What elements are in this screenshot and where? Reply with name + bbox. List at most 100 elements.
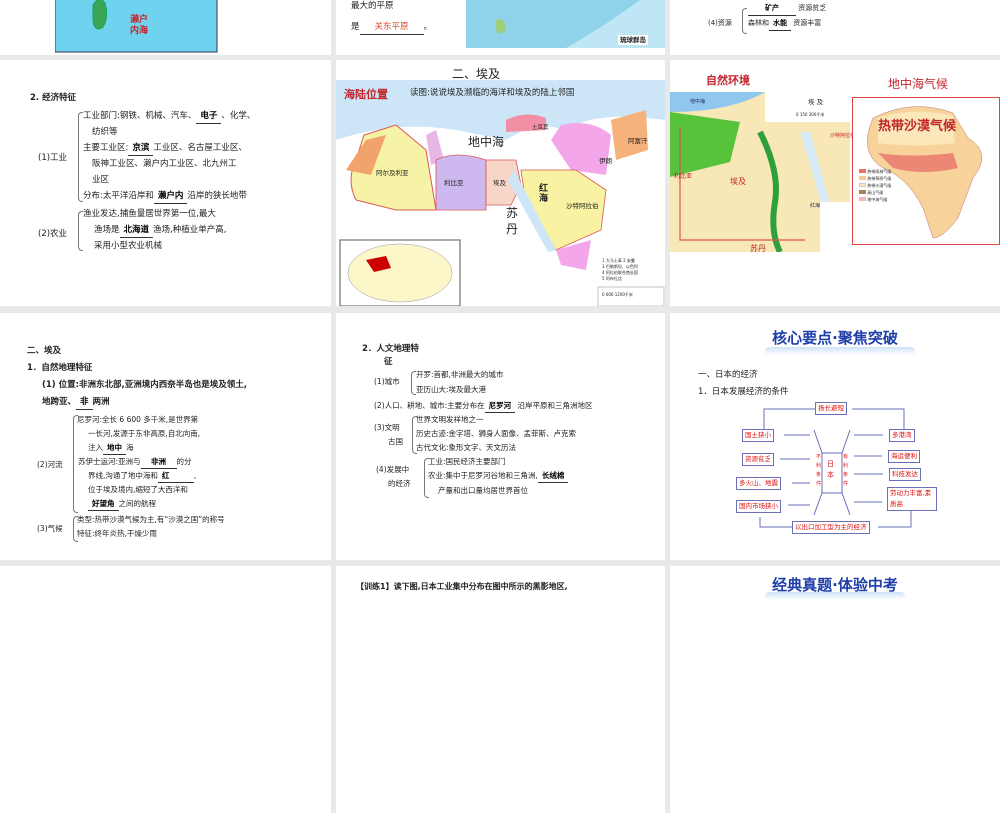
diagram-unfavorable-label: 不利条件	[816, 454, 822, 487]
slide-thumbnail-8[interactable]: 2．人文地理特 征 (1)城市 开罗:首都,非洲最大的城市 亚历山大:埃及最大港…	[336, 313, 665, 560]
mediterranean-climate-label: 地中海气候	[888, 77, 949, 91]
city-line: 开罗:首都,非洲最大的城市	[416, 370, 504, 379]
agriculture-line: 渔业发达,捕鱼量居世界第一位,最大	[83, 209, 216, 219]
slide-thumbnail-1[interactable]: 濑户内海	[0, 0, 331, 55]
diagram-center-japan: 日本	[827, 460, 834, 479]
question-text-2: 是关东平原。	[351, 21, 432, 35]
city-line: 亚历山大:埃及最大港	[416, 385, 487, 394]
diagram-box-advantage: 多港湾	[889, 429, 915, 442]
natural-environment-tag: 自然环境	[706, 74, 750, 87]
civilization-line: 历史古迹:金字塔、狮身人面像、孟菲斯、卢克索	[416, 429, 577, 438]
map-label: 地中海	[468, 135, 505, 149]
climate-label: (3)气候	[37, 524, 63, 533]
slide-subtitle: 读图:说说埃及濒临的海洋和埃及的陆上邻国	[410, 88, 575, 98]
population-line: (2)人口、耕地、城市:主要分布在 尼罗河 沿岸平原和三角洲地区	[374, 399, 593, 413]
river-line: 注入 地中海	[88, 441, 134, 455]
diagram-box-disadvantage: 国内市场狭小	[736, 500, 781, 513]
map-label: 红海	[539, 184, 549, 204]
diagram-box-top: 扬长避短	[815, 402, 847, 415]
brace	[78, 112, 83, 202]
resource-line-1: 矿产 资源贫乏	[748, 2, 826, 16]
industry-line: 分布:太平洋沿岸和 濑户内 沿岸的狭长地带	[83, 190, 247, 204]
diagram-box-advantage: 海运便利	[888, 450, 920, 463]
sea-land-position-tag: 海陆位置	[344, 88, 388, 101]
economy-label: (4)发展中	[376, 465, 410, 474]
map-label: 埃及	[493, 179, 506, 187]
slide-thumbnail-9[interactable]: 核心要点·聚焦突破 一、日本的经济 1．日本发展经济的条件 扬长避短 国土狭小 …	[670, 313, 1000, 560]
slide-thumbnail-10[interactable]	[0, 566, 331, 813]
map-label-seto-inland-sea: 濑户内海	[130, 15, 149, 36]
resource-label: (4)资源	[708, 19, 732, 27]
map-label: 阿尔及利亚	[376, 169, 409, 177]
tropical-desert-climate-label: 热带沙漠气候	[878, 119, 957, 134]
question-text: 最大的平原	[351, 1, 394, 11]
map-label: 沙特阿拉伯	[566, 202, 599, 210]
diagram-box-advantage: 科技发达	[889, 468, 921, 481]
slide-thumbnail-6[interactable]: 自然环境 埃 及 0 150 300千米 地中海 利比亚 埃及 苏丹 红海 沙特…	[670, 60, 1000, 306]
slide-thumbnail-4[interactable]: 2. 经济特征 (1)工业 工业部门:钢铁、机械、汽车、 电子 、化学、 纺织等 主…	[0, 60, 331, 306]
climate-line: 类型:热带沙漠气候为主,有“沙漠之国”的称号	[77, 515, 225, 524]
map-label: 红海	[810, 203, 821, 209]
agriculture-line: 渔场是 北海道 渔场,种植业单产高,	[94, 224, 226, 238]
map-scale: 0 600 1200千米	[602, 292, 633, 297]
slide-thumbnail-12[interactable]: 经典真题·体验中考	[670, 566, 1000, 813]
section-heading: 1．自然地理特征	[27, 363, 93, 373]
economy-label: 的经济	[388, 479, 411, 488]
diagram-box-disadvantage: 国土狭小	[742, 429, 774, 442]
slide-thumbnail-3[interactable]: (4)资源 矿产 资源贫乏 森林和 水能 资源丰富	[670, 0, 1000, 55]
slide-heading: 二、埃及	[452, 67, 501, 81]
river-label: (2)河流	[37, 460, 63, 469]
map-label: 地中海	[690, 99, 706, 105]
diagram-box-disadvantage: 多火山、地震	[736, 477, 781, 490]
map-scale: 0 150 300千米	[796, 112, 825, 117]
map-label: 埃及	[730, 177, 746, 186]
industry-line: 主要工业区: 京滨 工业区、名古屋工业区、	[83, 142, 247, 156]
slide-title: 2. 经济特征	[30, 93, 77, 103]
river-line: 位于埃及境内,缩短了大西洋和	[88, 485, 188, 494]
map-label: 利比亚	[444, 179, 464, 187]
section-header: 经典真题·体验中考	[772, 576, 898, 594]
slide-thumbnail-7[interactable]: 二、埃及 1．自然地理特征 (1) 位置:非洲东北部,亚洲境内西奈半岛也是埃及领…	[0, 313, 331, 560]
exercise-text: 【训练1】读下图,日本工业集中分布在图中所示的黑影地区,	[356, 582, 568, 591]
agriculture-label: (2)农业	[38, 229, 68, 239]
section-heading: 2．人文地理特	[362, 344, 419, 354]
diagram-box-disadvantage: 资源贫乏	[742, 453, 774, 466]
diagram-box-advantage: 劳动力丰富,素质高	[887, 487, 937, 511]
economy-line: 产量和出口量均居世界首位	[438, 486, 528, 495]
river-line: 好望角 之间的航程	[88, 497, 156, 511]
brace	[742, 8, 747, 34]
map-label: 利比亚	[674, 173, 693, 180]
climate-legend: 热带雨林气候 热带草原气候 热带沙漠气候 高山气候 地中海气候	[859, 168, 891, 203]
slide-thumbnail-5[interactable]: 二、埃及 读图:说说埃及濒临的海洋和埃及的陆上邻国 海陆位置 地中海 红海 苏丹…	[336, 60, 665, 306]
civilization-line: 世界文明发祥地之一	[416, 415, 484, 424]
section-heading-cont: 征	[384, 357, 393, 367]
industry-line: 阪神工业区、濑户内工业区、北九州工	[92, 159, 237, 169]
river-line: 尼罗河:全长 6 600 多千米,是世界第	[77, 415, 199, 424]
map-label: 苏丹	[506, 206, 519, 236]
industry-line: 工业部门:钢铁、机械、汽车、 电子 、化学、	[83, 110, 255, 124]
location-text: 地跨亚、非两洲	[42, 396, 110, 410]
river-line: 一长河,发源于东非高原,自北向南,	[88, 429, 201, 438]
climate-line: 特征:终年炎热,干燥少雨	[77, 529, 157, 538]
river-line: 界线,沟通了地中海和红,	[88, 469, 196, 483]
river-line: 苏伊士运河:亚洲与 非洲 的分	[78, 455, 192, 469]
economy-line: 农业:集中于尼罗河谷地和三角洲, 长绒棉	[428, 469, 569, 483]
agriculture-line: 采用小型农业机械	[94, 241, 163, 251]
industry-line: 业区	[92, 175, 110, 185]
diagram-box-bottom: 以出口加工型为主的经济	[792, 521, 870, 534]
civilization-line: 古代文化:象形文字、天文历法	[416, 443, 517, 452]
map-legend: 1 大马士革 2 安曼 3 巴勒斯坦、以色列 4 阿拉伯联合酋长国 5 阿布扎比	[602, 258, 638, 281]
map-label-ryukyu: 琉球群岛	[618, 35, 648, 45]
map-label: 土耳其	[532, 125, 549, 131]
slide-thumbnail-11[interactable]: 【训练1】读下图,日本工业集中分布在图中所示的黑影地区,	[336, 566, 665, 813]
location-text: (1) 位置:非洲东北部,亚洲境内西奈半岛也是埃及领土,	[42, 380, 248, 390]
diagram-favorable-label: 有利条件	[843, 454, 849, 487]
industry-label: (1)工业	[38, 153, 68, 163]
resource-line-2: 森林和 水能 资源丰富	[748, 17, 821, 31]
civilization-label: (3)文明	[374, 423, 400, 432]
slide-heading: 二、埃及	[27, 346, 62, 356]
civilization-label: 古国	[388, 437, 403, 446]
economy-line: 工业:国民经济主要部门	[428, 457, 506, 466]
slide-thumbnail-2[interactable]: 最大的平原 是关东平原。 琉球群岛	[336, 0, 665, 55]
city-label: (1)城市	[374, 377, 400, 386]
